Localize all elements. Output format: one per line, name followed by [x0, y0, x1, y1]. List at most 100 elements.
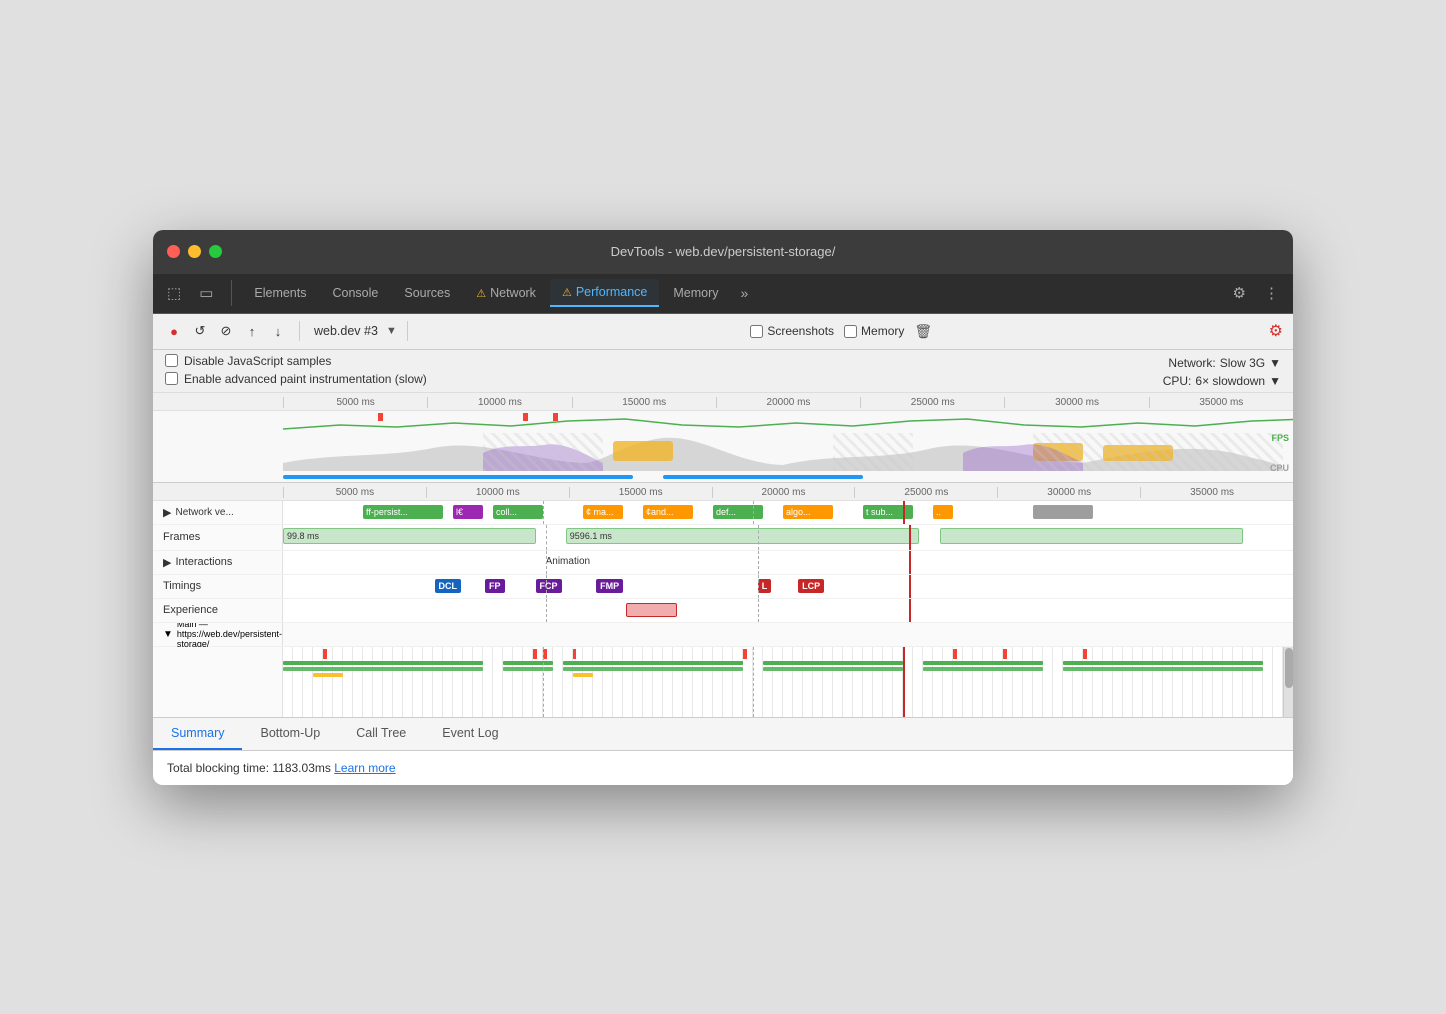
close-button[interactable] — [167, 245, 180, 258]
toolbar: ● ↺ ⊘ ↑ ↓ web.dev #3 ▼ Screenshots Memor… — [153, 314, 1293, 350]
timings-label: Timings — [153, 575, 283, 598]
timings-content: DCL FP FCP FMP L LCP — [283, 575, 1293, 598]
ruler-mark-25000: 25000 ms — [860, 397, 1004, 408]
profile-dropdown-icon[interactable]: ▼ — [386, 325, 397, 337]
timing-dcl: DCL — [435, 579, 462, 593]
ruler-mark-35000: 35000 ms — [1149, 397, 1293, 408]
net-item-algo: algo... — [783, 505, 833, 519]
network-row-label[interactable]: ▶ Network ve... — [153, 501, 283, 524]
settingsbar: Disable JavaScript samples Enable advanc… — [153, 350, 1293, 393]
maximize-button[interactable] — [209, 245, 222, 258]
statusbar: Total blocking time: 1183.03ms Learn mor… — [153, 751, 1293, 785]
learn-more-link[interactable]: Learn more — [334, 761, 395, 775]
interactions-content: Animation — [283, 551, 1293, 574]
network-row-content: ff-persist... l€ coll... ¢ ma... ¢and...… — [283, 501, 1283, 524]
experience-row: Experience — [153, 599, 1293, 623]
net-item-ff: ff-persist... — [363, 505, 443, 519]
timing-fcp: FCP — [536, 579, 562, 593]
settings-icon[interactable]: ⚙ — [1227, 280, 1252, 306]
tab-elements[interactable]: Elements — [242, 280, 318, 306]
upload-button[interactable]: ↑ — [241, 320, 263, 342]
tab-call-tree[interactable]: Call Tree — [338, 718, 424, 750]
timing-lcp: LCP — [798, 579, 824, 593]
net-item-l: l€ — [453, 505, 483, 519]
reload-button[interactable]: ↺ — [189, 320, 211, 342]
tab-summary[interactable]: Summary — [153, 718, 242, 750]
timing-l: L — [758, 579, 772, 593]
scrollbar-flame[interactable] — [1283, 647, 1293, 717]
fps-label: FPS — [1271, 433, 1289, 443]
tab-event-log[interactable]: Event Log — [424, 718, 516, 750]
timeline-overview[interactable]: 5000 ms 10000 ms 15000 ms 20000 ms 25000… — [153, 393, 1293, 483]
tab-console[interactable]: Console — [320, 280, 390, 306]
tab-memory[interactable]: Memory — [661, 280, 730, 306]
cpu-value: 6× slowdown — [1195, 374, 1265, 388]
network-dropdown-icon[interactable]: ▼ — [1269, 356, 1281, 370]
window-title: DevTools - web.dev/persistent-storage/ — [611, 244, 836, 259]
ruler-mark-20000: 20000 ms — [716, 397, 860, 408]
performance-settings-icon[interactable]: ⚙ — [1269, 323, 1283, 340]
more-tabs-button[interactable]: » — [733, 281, 757, 305]
net-item-sub: t sub... — [863, 505, 913, 519]
scrollbar-thumb[interactable] — [1285, 648, 1293, 688]
profile-selector[interactable]: web.dev #3 — [314, 324, 378, 338]
tab-performance[interactable]: ⚠ Performance — [550, 279, 659, 307]
settings-right: Network: Slow 3G ▼ CPU: 6× slowdown ▼ — [1163, 354, 1281, 388]
tab-sources[interactable]: Sources — [392, 280, 462, 306]
disable-js-checkbox[interactable] — [165, 354, 178, 367]
experience-block — [626, 603, 677, 617]
frame-block-2: 9596.1 ms — [566, 528, 920, 544]
toolbar-divider-1 — [299, 321, 300, 341]
timings-row: Timings DCL FP FCP FMP L LCP — [153, 575, 1293, 599]
ruler-mark-15000: 15000 ms — [572, 397, 716, 408]
flamechart: 5000 ms 10000 ms 15000 ms 20000 ms 25000… — [153, 483, 1293, 718]
frames-content: 99.8 ms 9596.1 ms — [283, 525, 1293, 550]
flame-bars-label — [153, 647, 283, 717]
settings-left: Disable JavaScript samples Enable advanc… — [165, 354, 427, 386]
timeline-graph: FPS CPU NET — [153, 411, 1293, 483]
disable-js-row: Disable JavaScript samples — [165, 354, 427, 368]
net-item-grey — [1033, 505, 1093, 519]
network-throttle: Network: Slow 3G ▼ — [1168, 356, 1281, 370]
network-expand-icon[interactable]: ▶ — [163, 506, 171, 519]
tab-bottom-up[interactable]: Bottom-Up — [242, 718, 338, 750]
memory-checkbox[interactable]: Memory — [844, 324, 904, 338]
network-row: ▶ Network ve... ff-persist... l€ coll...… — [153, 501, 1293, 525]
net-item-and: ¢and... — [643, 505, 693, 519]
record-button[interactable]: ● — [163, 320, 185, 342]
tab-right-controls: ⚙ ⋮ — [1227, 280, 1285, 306]
flamechart-ruler: 5000 ms 10000 ms 15000 ms 20000 ms 25000… — [153, 483, 1293, 501]
inspect-icon[interactable]: ⬚ — [161, 280, 187, 306]
net-item-coll: coll... — [493, 505, 543, 519]
traffic-lights — [167, 245, 222, 258]
download-button[interactable]: ↓ — [267, 320, 289, 342]
frames-row: Frames 99.8 ms 9596.1 ms — [153, 525, 1293, 551]
paint-checkbox[interactable] — [165, 372, 178, 385]
main-expand-icon[interactable]: ▼ — [163, 629, 173, 640]
clear-button[interactable]: 🗑 — [914, 323, 932, 340]
interactions-expand-icon[interactable]: ▶ — [163, 556, 171, 569]
ruler2-15000: 15000 ms — [569, 487, 712, 498]
paint-row: Enable advanced paint instrumentation (s… — [165, 372, 427, 386]
frames-label: Frames — [153, 525, 283, 550]
ruler2-20000: 20000 ms — [712, 487, 855, 498]
device-icon[interactable]: ▭ — [193, 280, 219, 306]
stop-button[interactable]: ⊘ — [215, 320, 237, 342]
toolbar-divider-2 — [407, 321, 408, 341]
ruler-mark-5000: 5000 ms — [283, 397, 427, 408]
screenshots-checkbox[interactable]: Screenshots — [750, 324, 834, 338]
timing-fmp: FMP — [596, 579, 623, 593]
more-options-icon[interactable]: ⋮ — [1258, 280, 1285, 306]
ruler2-5000: 5000 ms — [283, 487, 426, 498]
frame-block-1: 99.8 ms — [283, 528, 536, 544]
ruler2-25000: 25000 ms — [854, 487, 997, 498]
ruler2-35000: 35000 ms — [1140, 487, 1283, 498]
net-item-ma: ¢ ma... — [583, 505, 623, 519]
timing-fp: FP — [485, 579, 505, 593]
titlebar: DevTools - web.dev/persistent-storage/ — [153, 230, 1293, 274]
tab-network[interactable]: ⚠ Network — [464, 280, 548, 306]
interactions-label[interactable]: ▶ Interactions — [153, 551, 283, 574]
minimize-button[interactable] — [188, 245, 201, 258]
flame-bars-content[interactable] — [283, 647, 1283, 717]
cpu-dropdown-icon[interactable]: ▼ — [1269, 374, 1281, 388]
